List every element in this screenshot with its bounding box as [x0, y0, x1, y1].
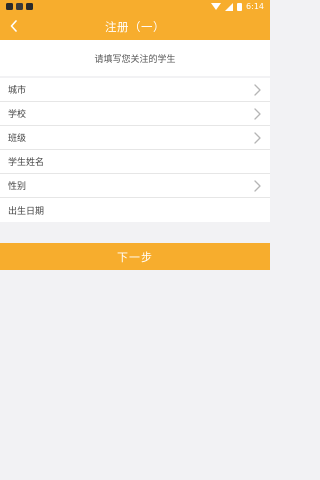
notification-icon: [26, 3, 33, 10]
city-row[interactable]: 城市: [0, 78, 270, 102]
birth-date-row[interactable]: 出生日期: [0, 198, 270, 222]
school-label: 学校: [8, 110, 27, 120]
chevron-right-icon: [252, 83, 262, 97]
chevron-right-icon: [252, 179, 262, 193]
wifi-icon: [211, 3, 222, 10]
gender-row[interactable]: 性别: [0, 174, 270, 198]
next-button[interactable]: 下一步: [0, 243, 270, 270]
page-title: 注册（一）: [105, 19, 165, 34]
student-name-row[interactable]: 学生姓名: [0, 150, 270, 174]
signal-icon: [225, 2, 234, 11]
registration-form: 城市 学校 班级 学生姓名 性别 出生日期: [0, 78, 270, 222]
notification-icons: [6, 3, 33, 10]
chevron-left-icon: [10, 20, 17, 32]
subtitle-bar: 请填写您关注的学生: [0, 40, 270, 76]
system-icons: 6:14: [211, 2, 264, 11]
battery-icon: [237, 2, 243, 11]
birth-date-label: 出生日期: [8, 206, 45, 217]
clock: 6:14: [246, 2, 264, 11]
next-button-label: 下一步: [117, 250, 153, 264]
student-name-label: 学生姓名: [8, 158, 45, 168]
chevron-right-icon: [252, 131, 262, 145]
gender-label: 性别: [8, 182, 27, 192]
class-label: 班级: [8, 134, 27, 144]
status-bar: 6:14: [0, 0, 270, 13]
back-button[interactable]: [7, 18, 21, 34]
notification-icon: [16, 3, 23, 10]
school-row[interactable]: 学校: [0, 102, 270, 126]
app-header: 注册（一）: [0, 13, 270, 40]
subtitle-text: 请填写您关注的学生: [94, 54, 176, 65]
notification-icon: [6, 3, 13, 10]
chevron-right-icon: [252, 107, 262, 121]
city-label: 城市: [8, 86, 27, 96]
class-row[interactable]: 班级: [0, 126, 270, 150]
